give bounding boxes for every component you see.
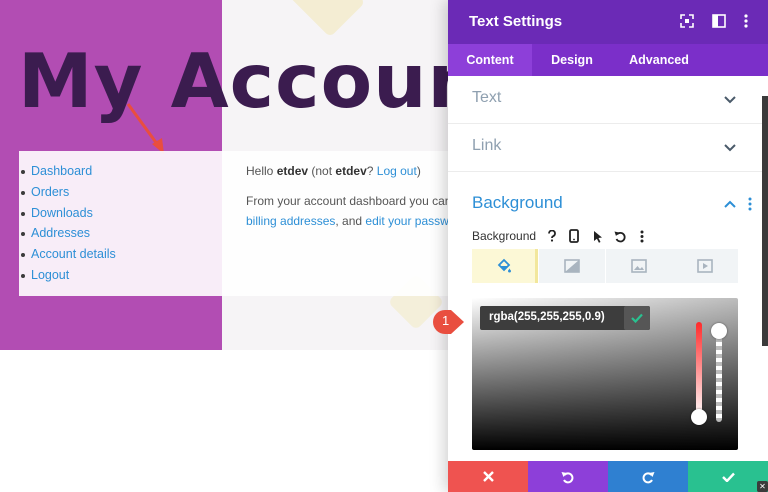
toggle-link[interactable]: Link [448,124,764,172]
hue-slider[interactable] [696,322,702,418]
tab-content[interactable]: Content [448,44,532,76]
tab-background-color[interactable] [472,249,538,283]
hello-mid: (not [308,164,336,178]
nav-item-logout[interactable]: Logout [21,265,222,286]
annotation-number: 1 [442,313,450,328]
nav-item-account-details[interactable]: Account details [21,244,222,265]
account-navigation: Dashboard Orders Downloads Addresses Acc… [19,151,222,296]
edit-password-link[interactable]: edit your passwo [365,214,448,228]
hello-suffix: ) [416,164,421,178]
nav-item-orders[interactable]: Orders [21,182,222,203]
video-icon [697,259,713,273]
more-options-icon[interactable] [737,12,755,30]
tab-advanced[interactable]: Advanced [612,44,706,76]
redo-button[interactable] [608,461,688,492]
hue-slider-handle[interactable] [691,409,707,425]
background-section-title[interactable]: Background [472,193,563,213]
check-icon [631,313,643,323]
panel-header: Text Settings [448,0,768,44]
nav-item-addresses[interactable]: Addresses [21,223,222,244]
help-icon[interactable] [544,228,560,244]
hello-prefix: Hello [246,164,277,178]
background-label: Background [472,229,537,243]
tab-design[interactable]: Design [532,44,612,76]
toggle-link-title: Link [472,137,502,154]
tab-background-image[interactable] [606,249,672,283]
scrollbar[interactable] [762,96,768,346]
toggle-text-title: Text [472,89,502,106]
chevron-down-icon [724,96,736,104]
nav-item-downloads[interactable]: Downloads [21,203,222,224]
more-options-icon[interactable] [634,228,650,244]
panel-title: Text Settings [469,13,563,30]
background-type-tabs [472,249,738,283]
chevron-down-icon [724,144,736,152]
tab-background-gradient[interactable] [539,249,605,283]
discard-button[interactable] [448,461,528,492]
dashboard-intro: From your account dashboard you can [246,194,448,208]
gradient-icon [564,259,580,273]
split-view-icon[interactable] [710,12,728,30]
text-settings-panel: Text Settings Content Design Advanced Te… [448,0,768,492]
account-content: Hello etdev (not etdev? Log out) From yo… [222,151,448,296]
responsive-phone-icon[interactable] [566,228,582,244]
page-title: My Accoun [18,37,482,125]
image-icon [631,259,647,273]
confirm-color-button[interactable] [624,306,650,330]
tab-background-video[interactable] [672,249,738,283]
username: etdev [276,164,309,178]
dashboard-text: From your account dashboard you can bill… [246,191,448,231]
hello-line: Hello etdev (not etdev? Log out) [246,163,448,179]
undo-icon [561,471,574,483]
paint-bucket-icon [497,258,511,273]
username: etdev [335,164,367,178]
and-text: , and [335,214,366,228]
hover-cursor-icon[interactable] [590,228,606,244]
logout-link[interactable]: Log out [377,164,417,178]
section-options-icon[interactable] [748,197,752,211]
opacity-slider-handle[interactable] [711,323,727,339]
nav-item-dashboard[interactable]: Dashboard [21,161,222,182]
toggle-text[interactable]: Text [448,76,764,124]
redo-icon [642,471,655,483]
close-icon [482,471,494,482]
chevron-up-icon[interactable] [724,200,736,208]
panel-tabs: Content Design Advanced [448,44,768,76]
color-value-text: rgba(255,255,255,0.9) [489,311,605,323]
check-icon [721,472,735,482]
red-arrow-icon [126,103,164,154]
close-icon[interactable]: ✕ [757,481,768,492]
opacity-slider[interactable] [716,326,722,422]
billing-addresses-link[interactable]: billing addresses [246,214,335,228]
undo-button[interactable] [528,461,608,492]
reset-icon[interactable] [612,228,628,244]
fullscreen-icon[interactable] [678,12,696,30]
panel-footer [448,461,768,492]
hello-question: ? [366,164,377,178]
save-button[interactable] [688,461,768,492]
